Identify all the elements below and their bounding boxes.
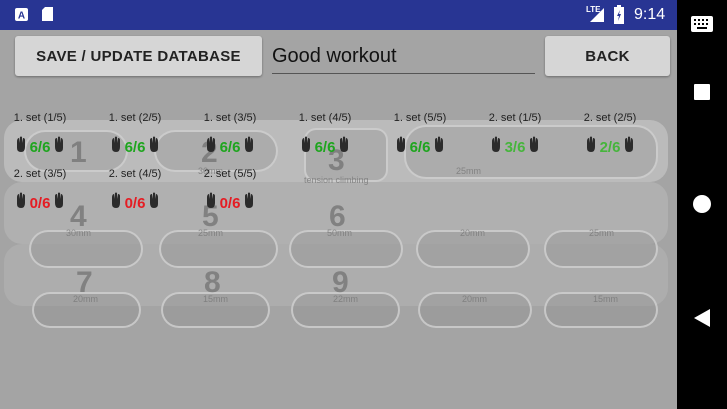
left-hand-icon [205, 192, 217, 214]
set-label: 1. set (1/5) [13, 112, 67, 124]
set-result: 3/6 [469, 136, 561, 158]
right-hand-icon [433, 136, 445, 158]
set-label: 1. set (5/5) [393, 112, 447, 124]
set-cell[interactable]: 1. set (3/5) 6/6 [184, 112, 276, 162]
set-cell[interactable]: 2. set (1/5) 3/6 [469, 112, 561, 162]
hold-size-label: tension climbing [304, 175, 369, 185]
hold-size-label: 15mm [593, 294, 619, 304]
set-cell[interactable]: 2. set (5/5) 0/6 [184, 168, 276, 218]
home-icon[interactable] [693, 195, 711, 218]
right-hand-icon [528, 136, 540, 158]
hold-size-label: 25mm [456, 166, 482, 176]
set-label: 1. set (3/5) [203, 112, 257, 124]
set-result: 6/6 [374, 136, 466, 158]
set-count: 6/6 [29, 138, 51, 156]
hold-size-label: 20mm [460, 228, 486, 238]
left-hand-icon [490, 136, 502, 158]
right-hand-icon [243, 192, 255, 214]
set-count: 0/6 [124, 194, 146, 212]
left-hand-icon [585, 136, 597, 158]
right-hand-icon [53, 192, 65, 214]
a-notification-icon: A [15, 8, 28, 26]
signal-icon [590, 8, 604, 27]
back-button[interactable]: BACK [545, 36, 670, 76]
set-label: 2. set (3/5) [13, 168, 67, 180]
right-hand-icon [338, 136, 350, 158]
set-result: 6/6 [184, 136, 276, 158]
left-hand-icon [395, 136, 407, 158]
set-cell[interactable]: 2. set (4/5) 0/6 [89, 168, 181, 218]
sd-card-icon [42, 7, 53, 26]
battery-icon [614, 5, 624, 29]
set-result: 0/6 [184, 192, 276, 214]
set-label: 2. set (5/5) [203, 168, 257, 180]
set-cell[interactable]: 2. set (2/5) 2/6 [564, 112, 656, 162]
set-count: 6/6 [409, 138, 431, 156]
left-hand-icon [110, 136, 122, 158]
svg-text:A: A [18, 11, 25, 22]
set-label: 1. set (2/5) [108, 112, 162, 124]
set-result: 0/6 [0, 192, 86, 214]
hold-size-label: 15mm [203, 294, 229, 304]
set-cell[interactable]: 1. set (5/5) 6/6 [374, 112, 466, 162]
set-cell[interactable]: 1. set (1/5) 6/6 [0, 112, 86, 162]
set-result: 6/6 [279, 136, 371, 158]
right-hand-icon [148, 136, 160, 158]
recents-icon[interactable] [694, 84, 710, 105]
set-count: 6/6 [314, 138, 336, 156]
left-hand-icon [110, 192, 122, 214]
set-count: 0/6 [219, 194, 241, 212]
set-cell[interactable]: 2. set (3/5) 0/6 [0, 168, 86, 218]
set-label: 2. set (1/5) [488, 112, 542, 124]
left-hand-icon [205, 136, 217, 158]
left-hand-icon [300, 136, 312, 158]
keyboard-icon[interactable] [691, 16, 713, 37]
set-cell[interactable]: 1. set (4/5) 6/6 [279, 112, 371, 162]
set-result: 2/6 [564, 136, 656, 158]
navigation-bar [677, 0, 727, 409]
set-cell[interactable]: 1. set (2/5) 6/6 [89, 112, 181, 162]
right-hand-icon [243, 136, 255, 158]
save-update-database-button[interactable]: SAVE / UPDATE DATABASE [15, 36, 262, 76]
right-hand-icon [148, 192, 160, 214]
hold-size-label: 20mm [73, 294, 99, 304]
set-label: 1. set (4/5) [298, 112, 352, 124]
hold-size-label: 20mm [462, 294, 488, 304]
hold-size-label: 25mm [589, 228, 615, 238]
set-count: 6/6 [219, 138, 241, 156]
clock: 9:14 [634, 6, 666, 23]
set-count: 0/6 [29, 194, 51, 212]
set-count: 6/6 [124, 138, 146, 156]
right-hand-icon [53, 136, 65, 158]
set-count: 3/6 [504, 138, 526, 156]
set-result: 6/6 [0, 136, 86, 158]
left-hand-icon [15, 192, 27, 214]
hold-size-label: 30mm [66, 228, 92, 238]
set-result: 6/6 [89, 136, 181, 158]
workout-comment-input[interactable] [272, 40, 535, 74]
hold-size-label: 50mm [327, 228, 353, 238]
set-count: 2/6 [599, 138, 621, 156]
set-label: 2. set (2/5) [583, 112, 637, 124]
back-icon[interactable] [694, 309, 710, 332]
hold-size-label: 22mm [333, 294, 359, 304]
set-result: 0/6 [89, 192, 181, 214]
workout-screen: SAVE / UPDATE DATABASE BACK 1 2 30mm 3 t… [0, 30, 677, 409]
left-hand-icon [15, 136, 27, 158]
hold-size-label: 25mm [198, 228, 224, 238]
right-hand-icon [623, 136, 635, 158]
status-bar: A LTE 9:14 [0, 0, 677, 30]
set-label: 2. set (4/5) [108, 168, 162, 180]
